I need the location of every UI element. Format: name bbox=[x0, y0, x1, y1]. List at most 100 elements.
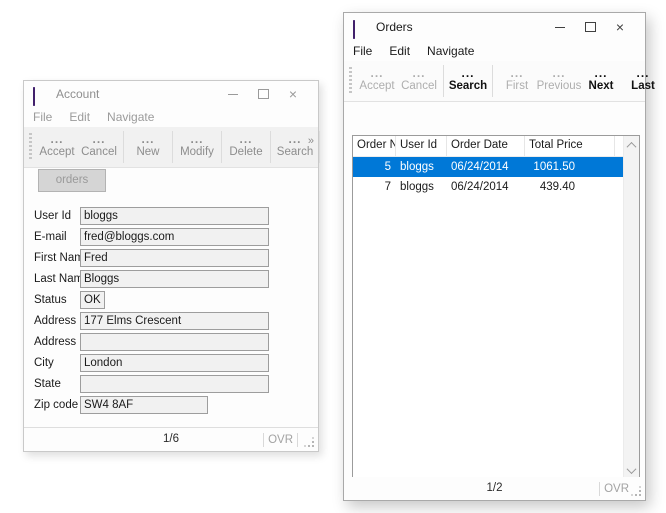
cell-total-price: 439.40 bbox=[539, 181, 575, 193]
toolbar-button-last[interactable]: ... Last bbox=[622, 65, 664, 94]
ellipsis-icon: ... bbox=[92, 131, 106, 146]
field-input-user-id[interactable]: bloggs bbox=[80, 207, 269, 225]
toolbar-button-previous[interactable]: ... Previous bbox=[536, 65, 582, 94]
close-button[interactable]: × bbox=[605, 13, 635, 41]
maximize-button[interactable] bbox=[575, 13, 605, 41]
toolbar-separator bbox=[319, 131, 320, 163]
header-cell-user-id[interactable]: User Id bbox=[396, 136, 447, 156]
toolbar-button-label: Last bbox=[631, 79, 655, 92]
toolbar-grip[interactable] bbox=[349, 67, 352, 95]
table-row[interactable]: 5 bloggs 06/24/2014 1061.50 bbox=[353, 157, 623, 177]
maximize-button[interactable] bbox=[248, 81, 278, 107]
toolbar-button-label: Accept bbox=[359, 79, 395, 92]
toolbar-button-new[interactable]: ... New bbox=[127, 133, 169, 160]
form-row: First Name Fred bbox=[34, 249, 269, 267]
resize-grip-icon[interactable] bbox=[631, 486, 641, 496]
toolbar-button-search[interactable]: ... Search bbox=[447, 67, 489, 94]
orders-button[interactable]: orders bbox=[38, 169, 106, 192]
header-cell-total-price[interactable]: Total Price bbox=[525, 136, 615, 156]
toolbar-button-modify[interactable]: ... Modify bbox=[176, 133, 218, 160]
status-separator bbox=[263, 432, 265, 447]
header-cell-order-no[interactable]: Order No bbox=[353, 136, 396, 156]
ellipsis-icon: ... bbox=[636, 65, 650, 80]
ellipsis-icon: ... bbox=[510, 65, 524, 80]
menu-item-navigate[interactable]: Navigate bbox=[107, 110, 154, 124]
close-button[interactable]: × bbox=[278, 81, 308, 107]
window-title: Orders bbox=[376, 20, 413, 34]
form-row: Zip code SW4 8AF bbox=[34, 396, 269, 414]
toolbar-button-label: Previous bbox=[536, 79, 582, 92]
ellipsis-icon: ... bbox=[594, 65, 608, 80]
field-label-city: City bbox=[34, 357, 54, 369]
status-bar: 1/2 OVR bbox=[344, 477, 645, 500]
field-input-address-2[interactable] bbox=[80, 333, 269, 351]
menu-item-edit[interactable]: Edit bbox=[389, 44, 410, 58]
form-row: E-mail fred@bloggs.com bbox=[34, 228, 269, 246]
toolbar-button-cancel[interactable]: ... Cancel bbox=[78, 131, 120, 160]
field-input-e-mail[interactable]: fred@bloggs.com bbox=[80, 228, 269, 246]
field-input-city[interactable]: London bbox=[80, 354, 269, 372]
toolbar-button-label: Next bbox=[588, 79, 614, 92]
minimize-icon bbox=[228, 93, 238, 95]
toolbar-button-first[interactable]: ... First bbox=[496, 65, 538, 94]
ellipsis-icon: ... bbox=[50, 131, 64, 146]
toolbar-separator bbox=[492, 65, 493, 97]
field-label-state: State bbox=[34, 378, 61, 390]
scroll-down-button[interactable] bbox=[624, 463, 639, 478]
minimize-button[interactable] bbox=[218, 81, 248, 107]
field-input-last-name[interactable]: Bloggs bbox=[80, 270, 269, 288]
ovr-indicator: OVR bbox=[268, 433, 293, 446]
field-input-state[interactable] bbox=[80, 375, 269, 393]
scroll-up-button[interactable] bbox=[624, 138, 639, 153]
toolbar-button-delete[interactable]: ... Delete bbox=[225, 131, 267, 160]
form-row: Status OK bbox=[34, 291, 269, 309]
minimize-button[interactable] bbox=[545, 13, 575, 41]
field-input-address[interactable]: 177 Elms Crescent bbox=[80, 312, 269, 330]
vertical-scrollbar[interactable] bbox=[623, 136, 639, 480]
form-row: State bbox=[34, 375, 269, 393]
field-input-status[interactable]: OK bbox=[80, 291, 105, 309]
menu-item-navigate[interactable]: Navigate bbox=[427, 44, 474, 58]
toolbar-button-accept[interactable]: ... Accept bbox=[356, 67, 398, 94]
toolbar-separator bbox=[123, 131, 124, 163]
header-cell-order-date[interactable]: Order Date bbox=[447, 136, 525, 156]
toolbar-button-label: Search bbox=[448, 79, 488, 92]
resize-grip-icon[interactable] bbox=[304, 437, 314, 447]
toolbar-button-label: Cancel bbox=[81, 145, 117, 158]
close-icon: × bbox=[288, 86, 298, 102]
menu-item-edit[interactable]: Edit bbox=[69, 110, 90, 124]
orders-window: Orders × File Edit Navigate ... Accept... Ca… bbox=[343, 12, 655, 501]
account-form: User Id bloggs E-mail fred@bloggs.com First … bbox=[34, 207, 269, 417]
toolbar-overflow-button[interactable]: » bbox=[308, 135, 314, 147]
maximize-icon bbox=[257, 89, 269, 99]
orders-table: Order NoUser IdOrder DateTotal Price 5 bl… bbox=[352, 135, 640, 481]
field-input-first-name[interactable]: Fred bbox=[80, 249, 269, 267]
field-label-last-name: Last Name bbox=[34, 273, 90, 285]
ellipsis-icon: ... bbox=[552, 65, 566, 80]
title-bar[interactable]: Account × bbox=[24, 81, 318, 107]
toolbar-separator bbox=[172, 131, 173, 163]
field-label-status: Status bbox=[34, 294, 67, 306]
table-row[interactable]: 7 bloggs 06/24/2014 439.40 bbox=[353, 177, 623, 197]
cell-total-price: 1061.50 bbox=[533, 161, 575, 173]
menu-bar: File Edit Navigate bbox=[344, 41, 645, 61]
menu-item-file[interactable]: File bbox=[33, 110, 52, 124]
toolbar-button-label: Accept bbox=[39, 145, 75, 158]
form-row: Last Name Bloggs bbox=[34, 270, 269, 288]
ellipsis-icon: ... bbox=[239, 131, 253, 146]
menu-bar: File Edit Navigate bbox=[24, 107, 318, 127]
field-input-zip-code[interactable]: SW4 8AF bbox=[80, 396, 208, 414]
toolbar-grip[interactable] bbox=[29, 133, 32, 161]
status-separator bbox=[599, 481, 601, 496]
form-row: City London bbox=[34, 354, 269, 372]
ovr-indicator: OVR bbox=[604, 482, 629, 495]
title-bar[interactable]: Orders × bbox=[344, 13, 645, 41]
form-row: Address 177 Elms Crescent bbox=[34, 312, 269, 330]
toolbar-button-accept[interactable]: ... Accept bbox=[36, 131, 78, 160]
toolbar: ... Accept... Cancel... New... Modify... Dele… bbox=[24, 127, 320, 168]
toolbar-button-next[interactable]: ... Next bbox=[580, 65, 622, 94]
menu-item-file[interactable]: File bbox=[353, 44, 372, 58]
toolbar-button-label: First bbox=[505, 79, 529, 92]
toolbar-button-cancel[interactable]: ... Cancel bbox=[398, 67, 440, 94]
cell-user-id: bloggs bbox=[400, 181, 434, 193]
